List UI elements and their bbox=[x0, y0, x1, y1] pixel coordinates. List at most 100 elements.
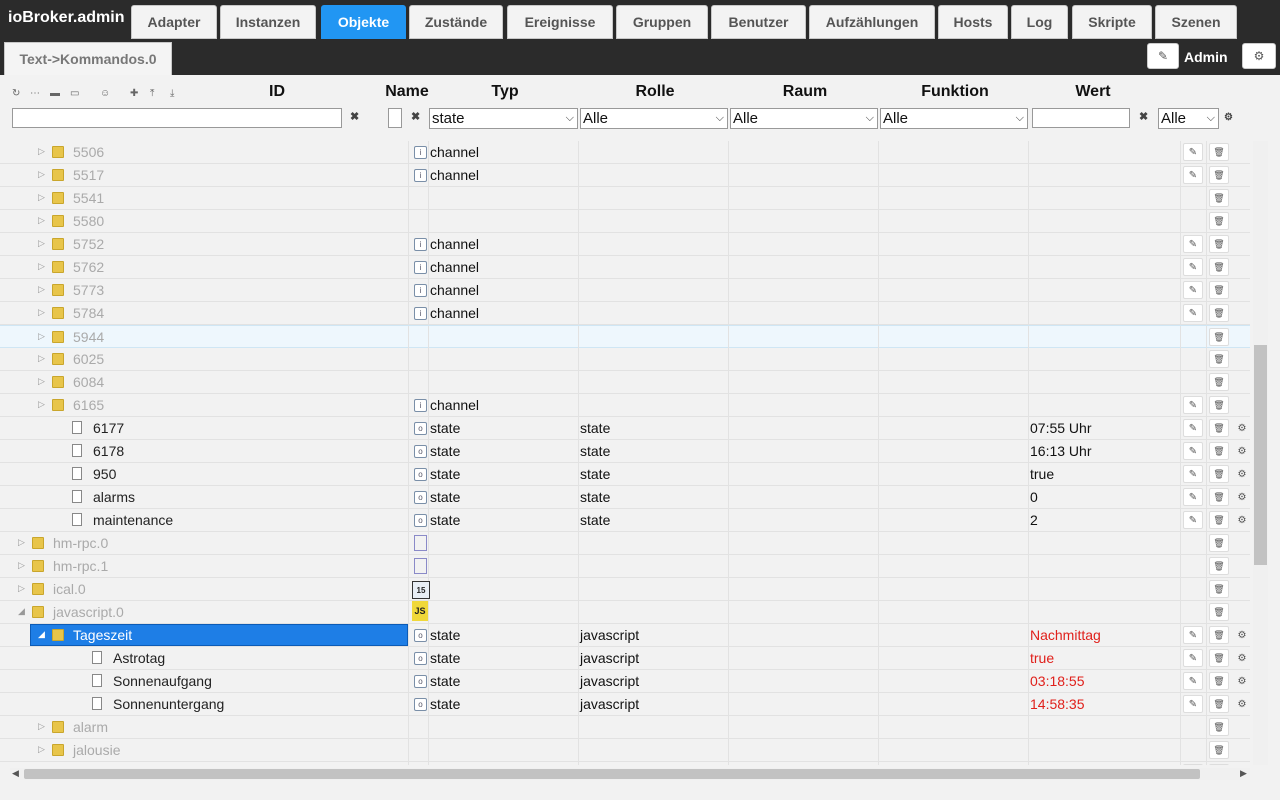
edit-row-button[interactable]: ✎ bbox=[1183, 419, 1203, 437]
scroll-right-icon[interactable]: ▶ bbox=[1240, 768, 1247, 779]
object-id[interactable]: 6084 bbox=[73, 374, 104, 390]
edit-row-button[interactable]: ✎ bbox=[1183, 626, 1203, 644]
user-icon[interactable]: ☺ bbox=[100, 88, 110, 99]
gear-icon[interactable]: ⚙ bbox=[1224, 112, 1233, 123]
edit-row-button[interactable]: ✎ bbox=[1183, 235, 1203, 253]
table-row[interactable]: ▷ alarm 🗑 bbox=[0, 716, 1250, 739]
object-id[interactable]: Astrotag bbox=[113, 650, 165, 666]
object-id[interactable]: alarms bbox=[93, 489, 135, 505]
object-id[interactable]: 5944 bbox=[73, 329, 104, 345]
table-row[interactable]: 950 o state state true ✎ 🗑 ⚙ bbox=[0, 463, 1250, 486]
object-id[interactable]: hm-rpc.1 bbox=[53, 558, 108, 574]
object-value[interactable]: true bbox=[1030, 466, 1054, 482]
object-value[interactable]: Nachmittag bbox=[1030, 627, 1101, 643]
delete-row-button[interactable]: 🗑 bbox=[1209, 189, 1229, 207]
delete-row-button[interactable]: 🗑 bbox=[1209, 603, 1229, 621]
delete-row-button[interactable]: 🗑 bbox=[1209, 281, 1229, 299]
table-row[interactable]: 6177 o state state 07:55 Uhr ✎ 🗑 ⚙ bbox=[0, 417, 1250, 440]
horizontal-scroll-thumb[interactable] bbox=[24, 769, 1200, 779]
table-row[interactable]: 6178 o state state 16:13 Uhr ✎ 🗑 ⚙ bbox=[0, 440, 1250, 463]
object-id[interactable]: 6177 bbox=[93, 420, 124, 436]
row-settings-button[interactable]: ⚙ bbox=[1235, 419, 1249, 437]
delete-row-button[interactable]: 🗑 bbox=[1209, 718, 1229, 736]
table-row[interactable]: ▷ hm-rpc.0 🗑 bbox=[0, 532, 1250, 555]
object-id[interactable]: Tageszeit bbox=[73, 627, 132, 643]
row-settings-button[interactable]: ⚙ bbox=[1235, 672, 1249, 690]
edit-row-button[interactable]: ✎ bbox=[1183, 258, 1203, 276]
expand-closed-icon[interactable]: ▷ bbox=[38, 192, 45, 203]
value-filter-input[interactable] bbox=[1032, 108, 1130, 128]
object-id[interactable]: Sonnenaufgang bbox=[113, 673, 212, 689]
table-row[interactable]: ▷ 5784 i channel ✎ 🗑 bbox=[0, 302, 1250, 325]
delete-row-button[interactable]: 🗑 bbox=[1209, 419, 1229, 437]
table-row[interactable]: ▷ hm-rpc.1 🗑 bbox=[0, 555, 1250, 578]
delete-row-button[interactable]: 🗑 bbox=[1209, 396, 1229, 414]
delete-row-button[interactable]: 🗑 bbox=[1209, 235, 1229, 253]
tab-gruppen[interactable]: Gruppen bbox=[616, 5, 708, 39]
edit-row-button[interactable]: ✎ bbox=[1183, 695, 1203, 713]
edit-row-button[interactable]: ✎ bbox=[1183, 143, 1203, 161]
tab-ereignisse[interactable]: Ereignisse bbox=[507, 5, 613, 39]
delete-row-button[interactable]: 🗑 bbox=[1209, 764, 1229, 765]
upload-icon[interactable]: ⤒ bbox=[150, 88, 154, 99]
table-row[interactable]: ▷ 5580 🗑 bbox=[0, 210, 1250, 233]
delete-row-button[interactable]: 🗑 bbox=[1209, 626, 1229, 644]
delete-row-button[interactable]: 🗑 bbox=[1209, 695, 1229, 713]
clear-id-filter-icon[interactable]: ✖ bbox=[350, 110, 359, 123]
tab-skripte[interactable]: Skripte bbox=[1072, 5, 1152, 39]
table-row[interactable]: ▷ 5762 i channel ✎ 🗑 bbox=[0, 256, 1250, 279]
object-id[interactable]: 6178 bbox=[93, 443, 124, 459]
row-settings-button[interactable]: ⚙ bbox=[1235, 488, 1249, 506]
expand-closed-icon[interactable]: ▷ bbox=[38, 376, 45, 387]
expand-closed-icon[interactable]: ▷ bbox=[38, 215, 45, 226]
expand-closed-icon[interactable]: ▷ bbox=[38, 169, 45, 180]
delete-row-button[interactable]: 🗑 bbox=[1209, 212, 1229, 230]
delete-row-button[interactable]: 🗑 bbox=[1209, 304, 1229, 322]
expand-closed-icon[interactable]: ▷ bbox=[18, 560, 25, 571]
edit-row-button[interactable]: ✎ bbox=[1183, 281, 1203, 299]
object-value[interactable]: 0 bbox=[1030, 489, 1038, 505]
edit-row-button[interactable]: ✎ bbox=[1183, 511, 1203, 529]
table-row[interactable]: ▷ jalousie 🗑 bbox=[0, 739, 1250, 762]
tab-hosts[interactable]: Hosts bbox=[938, 5, 1008, 39]
edit-row-button[interactable]: ✎ bbox=[1183, 396, 1203, 414]
delete-row-button[interactable]: 🗑 bbox=[1209, 465, 1229, 483]
table-row[interactable]: ▷ 5506 i channel ✎ 🗑 bbox=[0, 141, 1250, 164]
clear-value-filter-icon[interactable]: ✖ bbox=[1139, 110, 1148, 123]
object-id[interactable]: hm-rpc.0 bbox=[53, 535, 108, 551]
delete-row-button[interactable]: 🗑 bbox=[1209, 580, 1229, 598]
role-filter-select[interactable]: Alle ⌵ bbox=[580, 108, 728, 129]
row-settings-button[interactable]: ⚙ bbox=[1235, 764, 1249, 765]
object-value[interactable]: true bbox=[1030, 650, 1054, 666]
expand-closed-icon[interactable]: ▷ bbox=[38, 721, 45, 732]
table-row[interactable]: Astrotag o state javascript true ✎ 🗑 ⚙ bbox=[0, 647, 1250, 670]
delete-row-button[interactable]: 🗑 bbox=[1209, 143, 1229, 161]
expand-closed-icon[interactable]: ▷ bbox=[38, 399, 45, 410]
delete-row-button[interactable]: 🗑 bbox=[1209, 442, 1229, 460]
table-row[interactable]: ▷ 5944 🗑 bbox=[0, 325, 1250, 349]
delete-row-button[interactable]: 🗑 bbox=[1209, 649, 1229, 667]
expand-open-icon[interactable]: ◢ bbox=[38, 629, 45, 640]
object-id[interactable]: 5752 bbox=[73, 236, 104, 252]
edit-row-button[interactable]: ✎ bbox=[1183, 488, 1203, 506]
folder-collapse-icon[interactable]: ▬ bbox=[50, 88, 60, 99]
table-row[interactable]: ▷ 5752 i channel ✎ 🗑 bbox=[0, 233, 1250, 256]
clear-name-filter-icon[interactable]: ✖ bbox=[411, 110, 420, 123]
room-filter-select[interactable]: Alle ⌵ bbox=[730, 108, 878, 129]
edit-row-button[interactable]: ✎ bbox=[1183, 672, 1203, 690]
object-value[interactable]: 07:55 Uhr bbox=[1030, 420, 1091, 436]
row-settings-button[interactable]: ⚙ bbox=[1235, 511, 1249, 529]
object-id[interactable]: 5762 bbox=[73, 259, 104, 275]
row-settings-button[interactable]: ⚙ bbox=[1235, 465, 1249, 483]
row-settings-button[interactable]: ⚙ bbox=[1235, 695, 1249, 713]
object-id[interactable]: jalousie bbox=[73, 742, 120, 758]
delete-row-button[interactable]: 🗑 bbox=[1209, 741, 1229, 759]
list-icon[interactable]: ⋯ bbox=[30, 88, 40, 99]
tab-log[interactable]: Log bbox=[1011, 5, 1068, 39]
tab-zustaende[interactable]: Zustände bbox=[409, 5, 503, 39]
table-row[interactable]: Sonnenuntergang o state javascript 14:58:35 ✎… bbox=[0, 693, 1250, 716]
table-row[interactable]: pool klappe aufostatejavascriptfalse✎🗑⚙ bbox=[0, 762, 1250, 765]
object-value[interactable]: 2 bbox=[1030, 512, 1038, 528]
table-row[interactable]: alarms o state state 0 ✎ 🗑 ⚙ bbox=[0, 486, 1250, 509]
object-value[interactable]: 03:18:55 bbox=[1030, 673, 1085, 689]
